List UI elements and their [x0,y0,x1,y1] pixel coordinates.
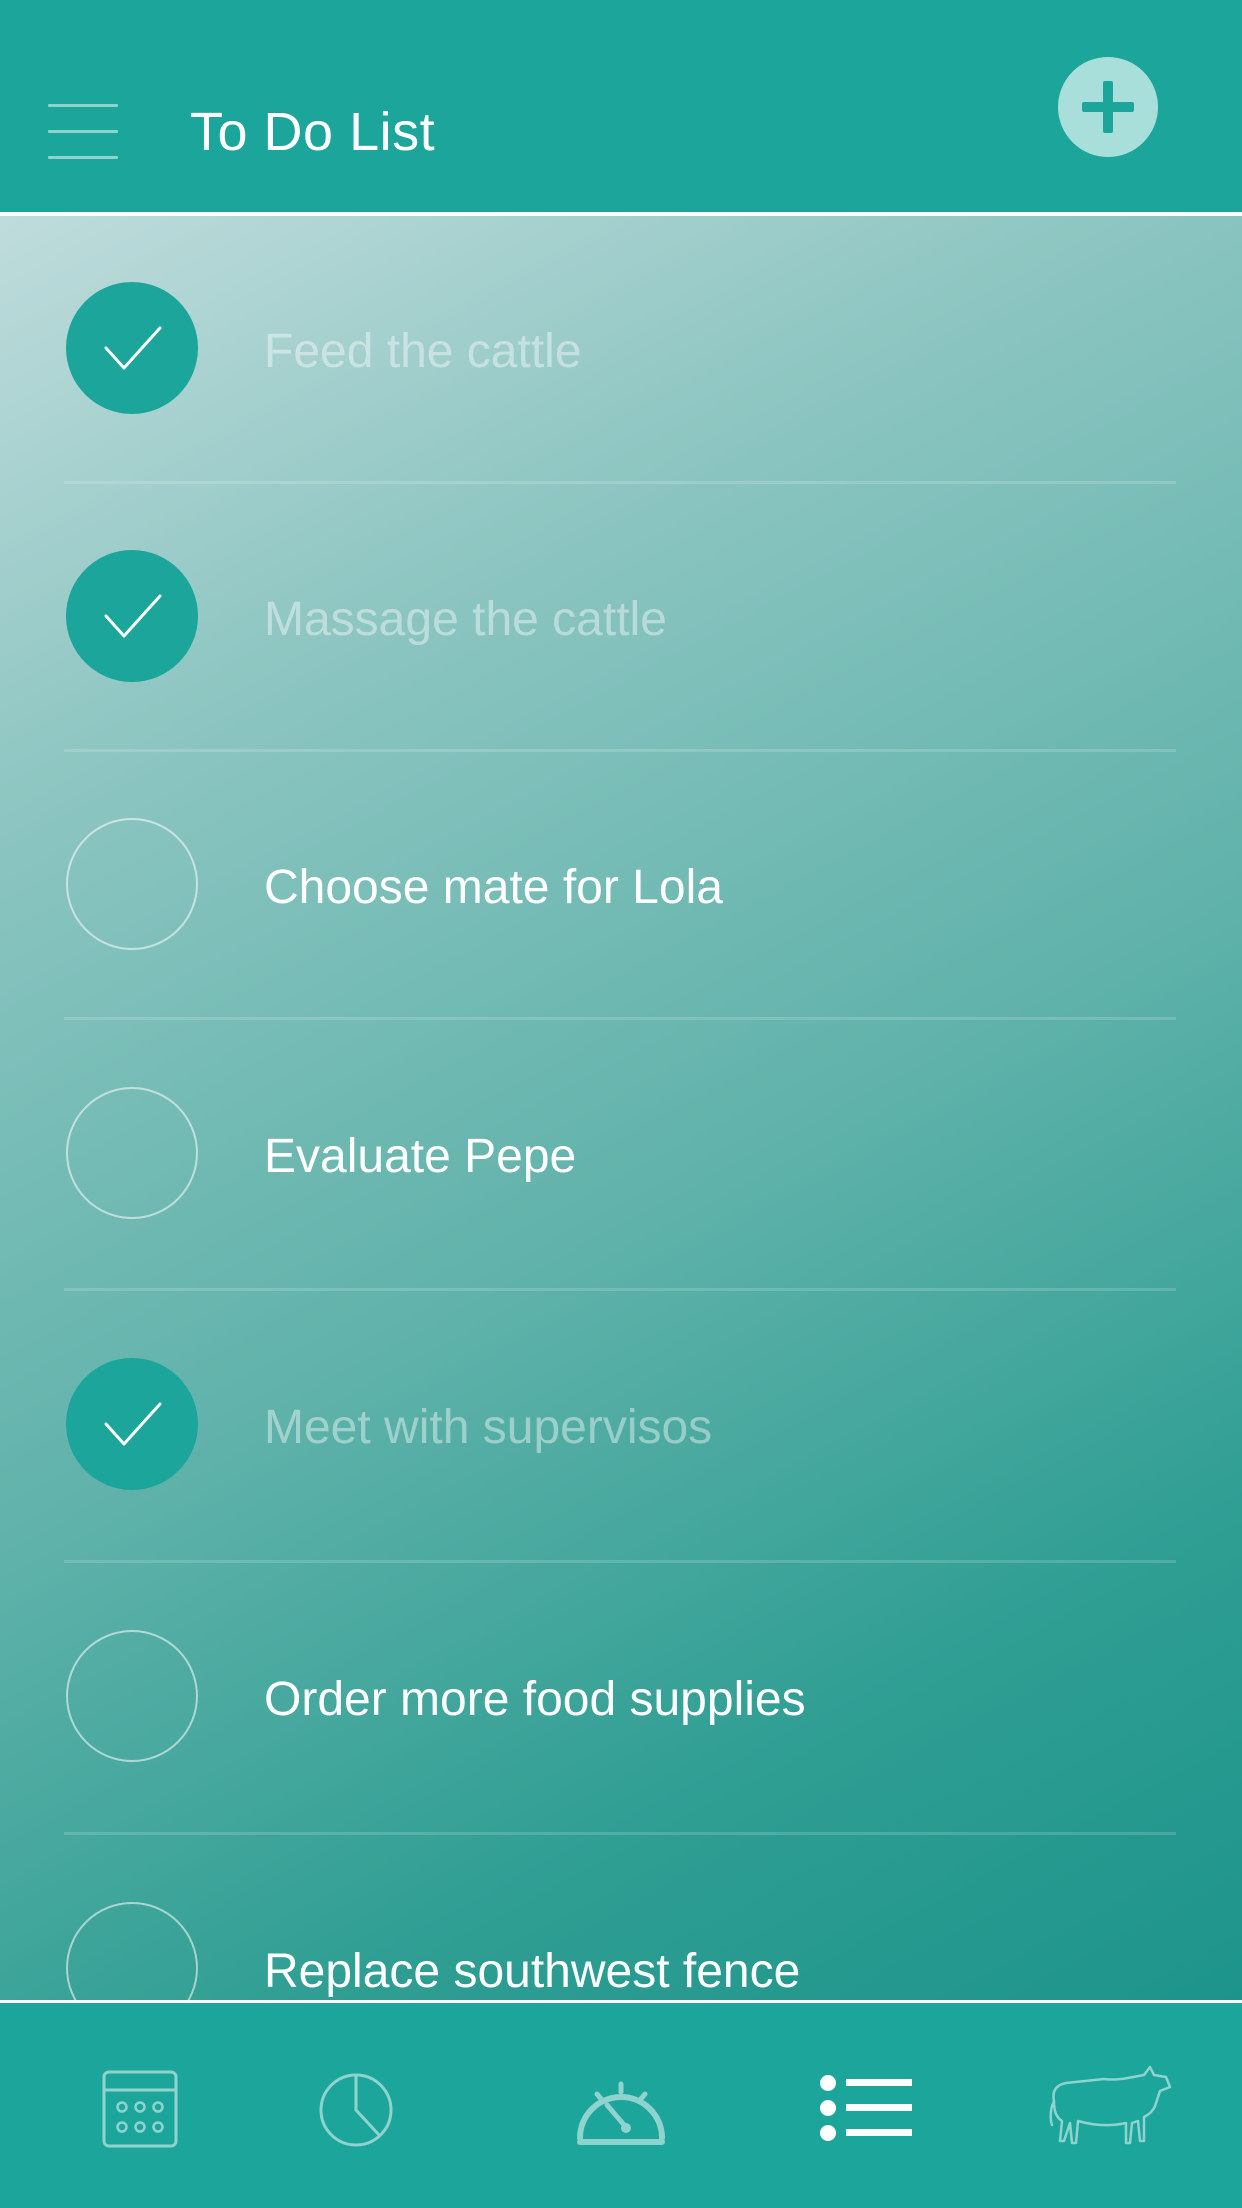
task-row[interactable]: Meet with supervisos [0,1292,1242,1562]
tab-calendar[interactable] [101,2058,181,2158]
task-row[interactable]: Replace southwest fence [0,1836,1242,2000]
task-label: Order more food supplies [264,1673,806,1726]
row-divider [64,1560,1176,1563]
row-divider [64,1832,1176,1835]
task-checkbox-checked[interactable] [66,1358,198,1490]
tab-bar [0,2003,1242,2208]
task-row[interactable]: Massage the cattle [0,484,1242,754]
row-divider [64,1288,1176,1291]
hamburger-menu-icon[interactable] [48,104,118,160]
add-task-button[interactable] [1058,57,1158,157]
task-label: Evaluate Pepe [264,1130,577,1183]
task-checkbox-unchecked[interactable] [66,1087,198,1219]
pie-chart-icon [319,2073,393,2147]
task-checkbox-checked[interactable] [66,550,198,682]
task-row[interactable]: Evaluate Pepe [0,1021,1242,1291]
task-checkbox-unchecked[interactable] [66,1902,198,2000]
speedometer-icon [577,2081,665,2145]
task-label: Choose mate for Lola [264,861,723,914]
checkmark-icon [104,594,162,638]
task-row[interactable]: Order more food supplies [0,1564,1242,1834]
task-label: Massage the cattle [264,593,667,646]
task-list: Feed the cattle Massage the cattle Choos… [0,216,1242,2000]
task-row[interactable]: Feed the cattle [0,216,1242,486]
task-label: Feed the cattle [264,325,582,378]
tab-dashboard[interactable] [572,2058,670,2158]
task-checkbox-unchecked[interactable] [66,1630,198,1762]
task-checkbox-checked[interactable] [66,282,198,414]
tab-statistics[interactable] [316,2058,396,2158]
tab-cattle[interactable] [1048,2061,1174,2161]
app-header: To Do List [0,0,1242,212]
plus-icon [1082,81,1134,133]
checkmark-icon [104,326,162,370]
task-row[interactable]: Choose mate for Lola [0,752,1242,1022]
task-label: Replace southwest fence [264,1945,801,1998]
calendar-icon [102,2070,178,2148]
task-label: Meet with supervisos [264,1401,713,1454]
page-title: To Do List [190,102,436,162]
row-divider [64,1017,1176,1020]
task-checkbox-unchecked[interactable] [66,818,198,950]
tab-todo-list[interactable] [818,2058,914,2158]
list-icon [820,2075,912,2141]
checkmark-icon [104,1402,162,1446]
cow-icon [1049,2065,1172,2145]
